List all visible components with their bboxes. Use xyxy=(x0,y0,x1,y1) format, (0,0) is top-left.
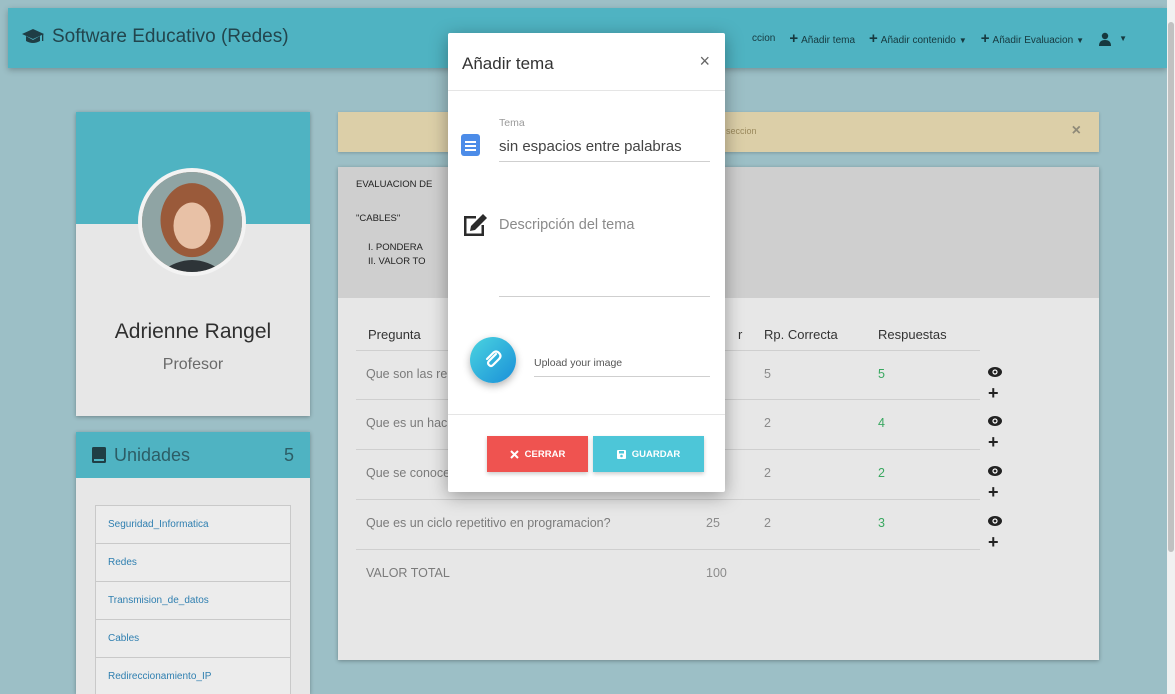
profile-role: Profesor xyxy=(162,356,224,373)
modal-header-divider xyxy=(448,90,725,91)
avatar xyxy=(138,168,246,276)
user-icon xyxy=(1099,32,1112,46)
units-title: Unidades xyxy=(114,444,191,465)
upload-image-button[interactable] xyxy=(470,337,516,383)
row-respuestas: 3 xyxy=(878,516,885,530)
evaluation-point-1: I. PONDERA xyxy=(368,242,423,253)
nav-add-contenido-label: Añadir contenido xyxy=(880,35,956,46)
unit-item[interactable]: Transmision_de_datos xyxy=(95,581,291,620)
book-icon xyxy=(461,134,480,156)
add-tema-modal: Añadir tema × Tema CERRAR GUARDAR xyxy=(448,33,725,492)
alert-close-icon[interactable]: × xyxy=(1072,122,1081,140)
row-pregunta: Que es un hac xyxy=(366,416,448,430)
units-header: Unidades 5 xyxy=(76,432,310,478)
nav-add-tema-label: Añadir tema xyxy=(801,35,856,46)
cerrar-button[interactable]: CERRAR xyxy=(487,436,588,472)
row-pregunta: Que es un ciclo repetitivo en programaci… xyxy=(366,516,611,530)
evaluation-title: EVALUACION DE xyxy=(356,179,433,190)
guardar-label: GUARDAR xyxy=(631,448,681,460)
tema-input[interactable] xyxy=(499,132,710,162)
upload-image-input[interactable] xyxy=(534,349,710,377)
save-icon xyxy=(616,449,626,459)
units-list: Seguridad_Informatica Redes Transmision_… xyxy=(95,505,291,694)
eye-icon[interactable] xyxy=(988,466,1002,476)
cerrar-label: CERRAR xyxy=(524,448,566,460)
brand-title: Software Educativo (Redes) xyxy=(52,26,289,47)
nav-add-contenido[interactable]: + Añadir contenido ▼ xyxy=(869,30,967,47)
page-scrollbar[interactable] xyxy=(1167,0,1175,694)
row-correcta: 2 xyxy=(764,466,771,480)
add-answer-plus-icon[interactable]: + xyxy=(988,532,999,553)
brand[interactable]: Software Educativo (Redes) xyxy=(22,26,289,48)
table-total-row: VALOR TOTAL 100 xyxy=(356,550,980,600)
col-respuestas: Respuestas xyxy=(878,327,947,342)
profile-name: Adrienne Rangel xyxy=(114,320,272,343)
nav-seccion[interactable]: ccion xyxy=(752,33,775,44)
eye-icon[interactable] xyxy=(988,516,1002,526)
book-icon xyxy=(92,447,106,463)
evaluation-subject: "CABLES" xyxy=(356,213,401,224)
eye-icon[interactable] xyxy=(988,367,1002,377)
row-actions: + xyxy=(988,516,1002,552)
row-valor: 25 xyxy=(706,516,720,530)
units-card: Unidades 5 Seguridad_Informatica Redes T… xyxy=(76,432,310,694)
user-menu[interactable]: ▼ xyxy=(1098,32,1127,46)
row-correcta: 2 xyxy=(764,516,771,530)
nav-add-evaluacion-label: Añadir Evaluacion xyxy=(992,35,1074,46)
add-answer-plus-icon[interactable]: + xyxy=(988,383,999,404)
scrollbar-thumb[interactable] xyxy=(1168,22,1174,552)
row-actions: + xyxy=(988,367,1002,403)
unit-item[interactable]: Redes xyxy=(95,543,291,582)
caret-down-icon: ▼ xyxy=(958,36,967,45)
total-value: 100 xyxy=(706,566,727,580)
add-answer-plus-icon[interactable]: + xyxy=(988,482,999,503)
modal-close-icon[interactable]: × xyxy=(699,51,710,72)
close-icon xyxy=(509,449,519,459)
eye-icon[interactable] xyxy=(988,416,1002,426)
unit-item[interactable]: Seguridad_Informatica xyxy=(95,505,291,544)
col-correcta: Rp. Correcta xyxy=(764,327,838,342)
col-pregunta: Pregunta xyxy=(368,327,421,342)
descripcion-textarea[interactable] xyxy=(499,217,710,297)
row-pregunta: Que son las re xyxy=(366,367,448,381)
edit-icon xyxy=(464,214,487,236)
evaluation-point-2: II. VALOR TO xyxy=(368,256,426,267)
row-respuestas: 5 xyxy=(878,367,885,381)
unit-item[interactable]: Redireccionamiento_IP xyxy=(95,657,291,694)
plus-icon: + xyxy=(980,30,990,47)
col-valor: r xyxy=(738,327,743,342)
row-actions: + xyxy=(988,416,1002,452)
profile-card: Adrienne Rangel Profesor xyxy=(76,112,310,416)
table-row: Que es un ciclo repetitivo en programaci… xyxy=(356,500,1002,552)
modal-title: Añadir tema xyxy=(462,54,554,73)
tema-label: Tema xyxy=(499,117,525,129)
guardar-button[interactable]: GUARDAR xyxy=(593,436,704,472)
row-correcta: 5 xyxy=(764,367,771,381)
row-respuestas: 2 xyxy=(878,466,885,480)
paperclip-icon xyxy=(485,350,502,368)
add-answer-plus-icon[interactable]: + xyxy=(988,432,999,453)
nav-links: ccion + Añadir tema + Añadir contenido ▼ + A… xyxy=(752,30,1127,47)
avatar-image xyxy=(142,172,242,272)
total-label: VALOR TOTAL xyxy=(366,566,450,580)
row-respuestas: 4 xyxy=(878,416,885,430)
plus-icon: + xyxy=(869,30,878,47)
unit-item[interactable]: Cables xyxy=(95,619,291,658)
nav-add-tema[interactable]: + Añadir tema xyxy=(789,30,855,47)
row-actions: + xyxy=(988,466,1002,502)
units-count: 5 xyxy=(283,444,294,465)
caret-down-icon: ▼ xyxy=(1119,34,1127,43)
nav-add-evaluacion[interactable]: + Añadir Evaluacion ▼ xyxy=(981,30,1084,47)
row-correcta: 2 xyxy=(764,416,771,430)
plus-icon: + xyxy=(789,30,799,47)
alert-text: seccion xyxy=(726,126,757,136)
modal-footer-divider xyxy=(448,414,725,415)
graduation-cap-icon xyxy=(22,29,44,43)
caret-down-icon: ▼ xyxy=(1076,36,1085,45)
